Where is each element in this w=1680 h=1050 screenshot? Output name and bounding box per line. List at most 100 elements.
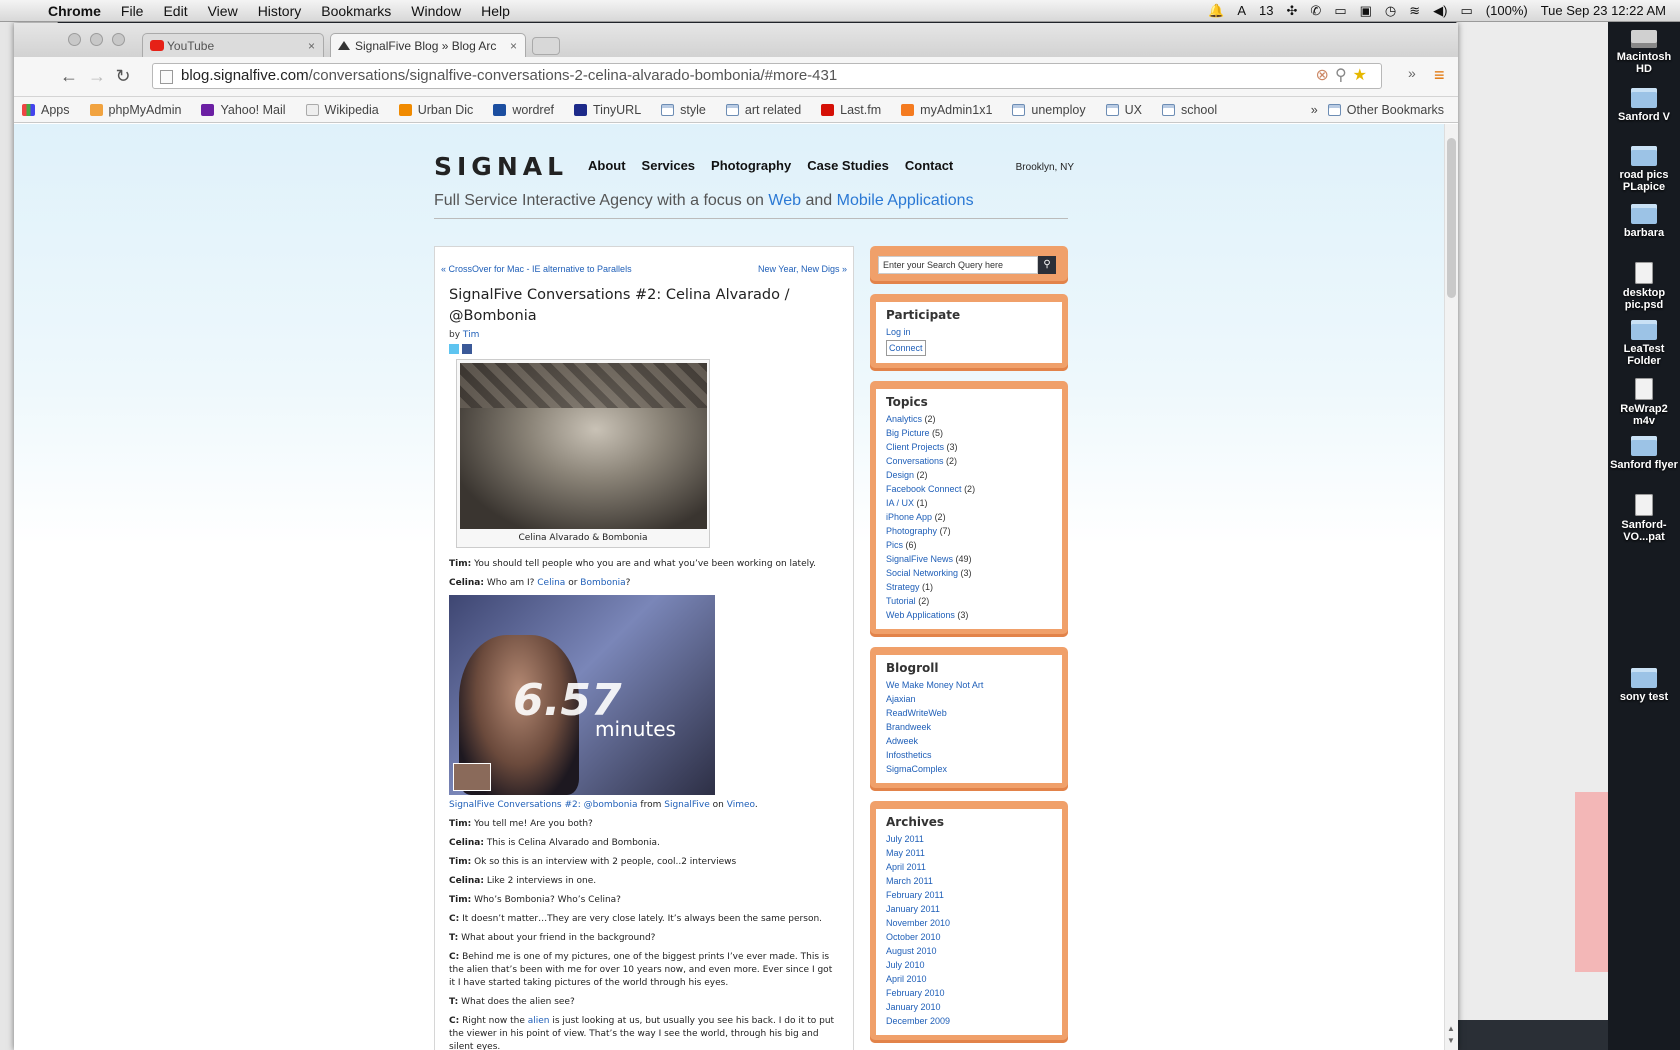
archive-link[interactable]: February 2010: [886, 988, 945, 998]
topic-link[interactable]: Strategy: [886, 582, 920, 592]
bookmark-wikipedia[interactable]: Wikipedia: [305, 103, 379, 117]
alien-link[interactable]: alien: [528, 1016, 550, 1026]
nav-services[interactable]: Services: [642, 158, 696, 173]
nav-contact[interactable]: Contact: [905, 158, 953, 173]
topic-link[interactable]: Facebook Connect: [886, 484, 962, 494]
previous-post-link[interactable]: « CrossOver for Mac - IE alternative to …: [441, 264, 632, 274]
menu-bookmarks[interactable]: Bookmarks: [311, 3, 401, 19]
menu-help[interactable]: Help: [471, 3, 520, 19]
archive-link[interactable]: January 2010: [886, 1002, 941, 1012]
other-bookmarks-folder[interactable]: Other Bookmarks: [1327, 103, 1444, 117]
minimize-window-button[interactable]: [90, 33, 103, 46]
archive-link[interactable]: October 2010: [886, 932, 941, 942]
archive-link[interactable]: April 2010: [886, 974, 927, 984]
bookmark-urban-dic[interactable]: Urban Dic: [398, 103, 473, 117]
zoom-window-button[interactable]: [112, 33, 125, 46]
nav-case-studies[interactable]: Case Studies: [807, 158, 889, 173]
bombonia-link[interactable]: Bombonia: [580, 578, 625, 588]
new-tab-button[interactable]: [532, 37, 560, 55]
tagline-web-link[interactable]: Web: [768, 192, 801, 209]
topic-link[interactable]: Tutorial: [886, 596, 916, 606]
clock[interactable]: Tue Sep 23 12:22 AM: [1541, 3, 1666, 18]
blogroll-link[interactable]: Infosthetics: [886, 750, 932, 760]
archive-link[interactable]: April 2011: [886, 862, 926, 872]
bookmark-folder-school[interactable]: school: [1161, 103, 1217, 117]
video-player[interactable]: 6.57 minutes: [449, 595, 715, 795]
tab-signalfive[interactable]: SignalFive Blog » Blog Arc ×: [330, 33, 526, 57]
nav-photography[interactable]: Photography: [711, 158, 791, 173]
connect-button[interactable]: Connect: [886, 340, 926, 356]
topic-link[interactable]: SignalFive News: [886, 554, 953, 564]
adobe-icon[interactable]: A: [1237, 3, 1246, 18]
back-arrow-icon[interactable]: ←: [58, 65, 80, 87]
topic-link[interactable]: Pics: [886, 540, 903, 550]
desktop-icon[interactable]: sony test: [1608, 668, 1680, 703]
topic-link[interactable]: Conversations: [886, 456, 944, 466]
desktop-icon[interactable]: road pics PLapice: [1608, 146, 1680, 193]
tab-close-icon[interactable]: ×: [308, 34, 315, 58]
topic-link[interactable]: Big Picture: [886, 428, 930, 438]
blogroll-link[interactable]: Brandweek: [886, 722, 931, 732]
menu-file[interactable]: File: [111, 3, 154, 19]
twitter-icon[interactable]: [449, 344, 459, 354]
bookmark-yahoo-mail[interactable]: Yahoo! Mail: [201, 103, 286, 117]
login-link[interactable]: Log in: [886, 327, 911, 337]
archive-link[interactable]: August 2010: [886, 946, 937, 956]
page-scrollbar[interactable]: ▲ ▼: [1444, 124, 1458, 1050]
bookmark-phpmyadmin[interactable]: phpMyAdmin: [89, 103, 181, 117]
menu-edit[interactable]: Edit: [153, 3, 197, 19]
bookmark-star-icon[interactable]: ★: [1353, 67, 1373, 84]
video-title-link[interactable]: SignalFive Conversations #2: @bombonia: [449, 800, 638, 810]
desktop-icon[interactable]: Sanford flyer: [1608, 436, 1680, 471]
scroll-down-arrow-icon[interactable]: ▼: [1447, 1036, 1455, 1045]
desktop-icon[interactable]: desktop pic.psd: [1608, 262, 1680, 311]
bookmark-apps[interactable]: Apps: [22, 103, 70, 117]
zoom-icon[interactable]: ⚲: [1335, 67, 1353, 84]
topic-link[interactable]: Photography: [886, 526, 937, 536]
archive-link[interactable]: July 2010: [886, 960, 925, 970]
topic-link[interactable]: Design: [886, 470, 914, 480]
close-window-button[interactable]: [68, 33, 81, 46]
celina-link[interactable]: Celina: [537, 578, 565, 588]
bookmark-myadmin[interactable]: myAdmin1x1: [901, 103, 992, 117]
bookmark-folder-style[interactable]: style: [661, 103, 706, 117]
archive-link[interactable]: July 2011: [886, 834, 924, 844]
scroll-up-arrow-icon[interactable]: ▲: [1447, 1024, 1455, 1033]
desktop-icon[interactable]: Sanford V: [1608, 88, 1680, 123]
search-input[interactable]: Enter your Search Query here: [878, 256, 1038, 274]
battery-icon[interactable]: ▭: [1461, 3, 1473, 19]
battery-percent[interactable]: (100%): [1486, 3, 1528, 18]
desktop-icon[interactable]: ReWrap2 m4v: [1608, 378, 1680, 427]
topic-link[interactable]: Analytics: [886, 414, 922, 424]
volume-icon[interactable]: ◀): [1433, 3, 1447, 19]
nav-about[interactable]: About: [588, 158, 626, 173]
signalfive-link[interactable]: SignalFive: [664, 800, 710, 810]
reload-icon[interactable]: ↻: [112, 65, 134, 87]
dropbox-icon[interactable]: ✣: [1287, 3, 1298, 19]
bookmark-lastfm[interactable]: Last.fm: [821, 103, 881, 117]
phone-icon[interactable]: ✆: [1310, 3, 1321, 19]
bookmark-folder-unemploy[interactable]: unemploy: [1012, 103, 1086, 117]
topic-link[interactable]: Web Applications: [886, 610, 955, 620]
desktop-icon[interactable]: Macintosh HD: [1608, 30, 1680, 75]
topic-link[interactable]: IA / UX: [886, 498, 914, 508]
archive-link[interactable]: May 2011: [886, 848, 925, 858]
extensions-overflow-icon[interactable]: »: [1408, 65, 1416, 81]
chrome-menu-icon[interactable]: ≡: [1434, 65, 1452, 87]
search-icon[interactable]: ⚲: [1038, 256, 1056, 274]
bookmark-folder-ux[interactable]: UX: [1105, 103, 1142, 117]
vimeo-link[interactable]: Vimeo: [727, 800, 755, 810]
bookmark-tinyurl[interactable]: TinyURL: [574, 103, 641, 117]
blogroll-link[interactable]: SigmaComplex: [886, 764, 947, 774]
menu-window[interactable]: Window: [401, 3, 471, 19]
archive-link[interactable]: January 2011: [886, 904, 940, 914]
archive-link[interactable]: February 2011: [886, 890, 944, 900]
bell-icon[interactable]: 🔔: [1208, 3, 1224, 19]
blogroll-link[interactable]: Adweek: [886, 736, 918, 746]
menu-history[interactable]: History: [248, 3, 312, 19]
blogroll-link[interactable]: We Make Money Not Art: [886, 680, 983, 690]
next-post-link[interactable]: New Year, New Digs »: [758, 264, 847, 274]
bookmarks-overflow-icon[interactable]: »: [1311, 103, 1318, 117]
signal-logo[interactable]: SIGNAL: [434, 152, 568, 181]
wifi-icon[interactable]: ≋: [1409, 3, 1420, 19]
